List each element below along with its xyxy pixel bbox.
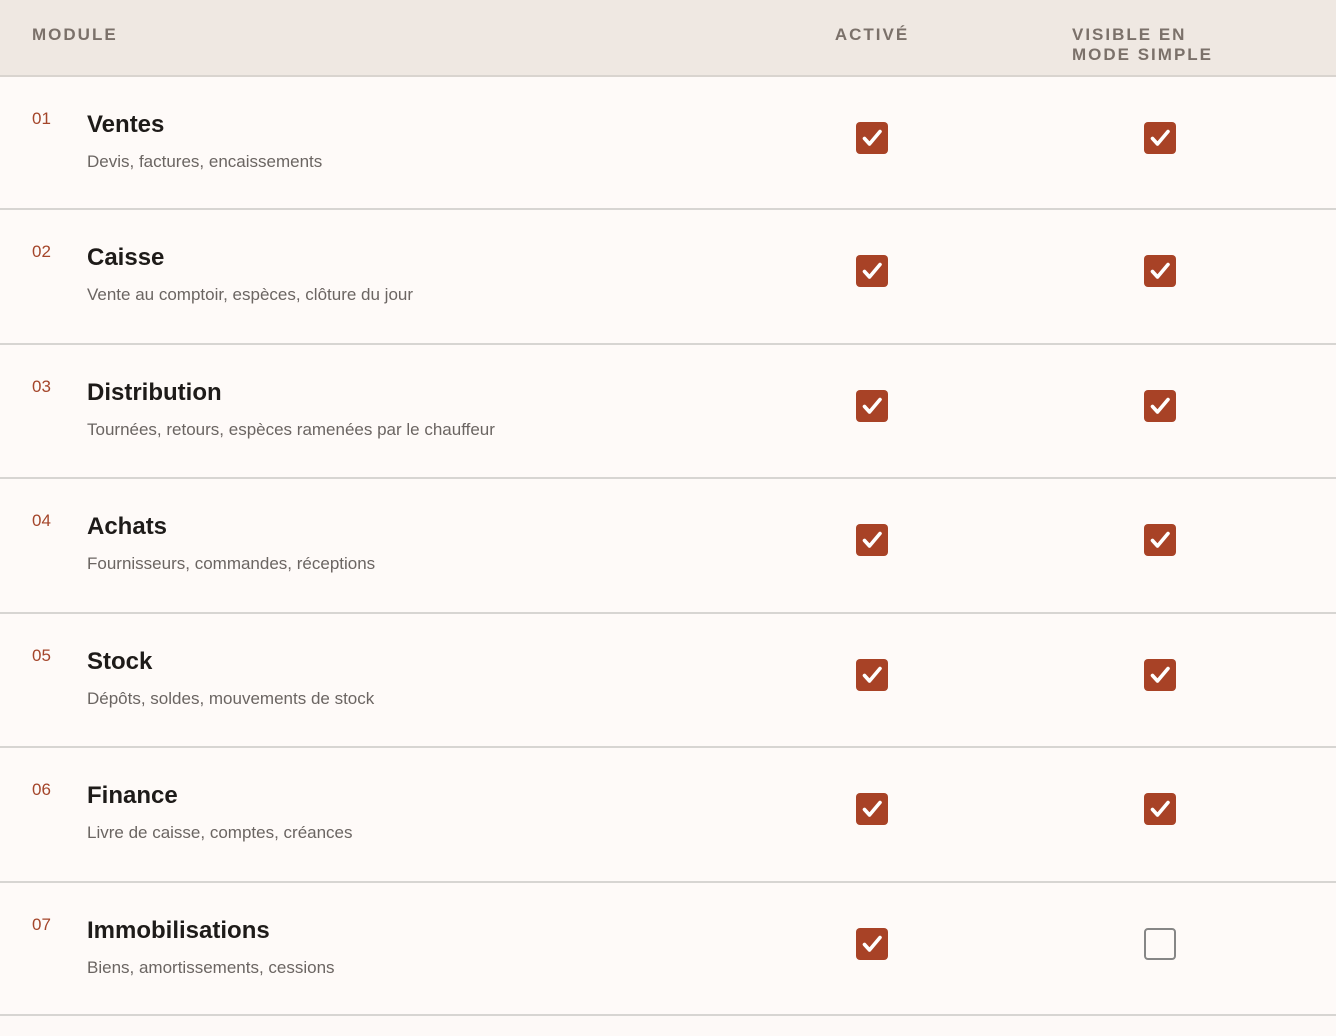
module-description: Vente au comptoir, espèces, clôture du j… [87,285,414,304]
checkmark-icon [1144,524,1176,556]
module-description: Devis, factures, encaissements [87,152,323,171]
module-description: Livre de caisse, comptes, créances [87,823,353,842]
checkmark-icon [856,659,888,691]
active-checkbox[interactable] [856,255,888,287]
table-row: 04 Achats Fournisseurs, commandes, récepti… [0,479,1336,614]
table-row: 03 Distribution Tournées, retours, espèces… [0,345,1336,479]
module-title: Caisse [87,244,165,271]
checkmark-icon [1144,793,1176,825]
header-module: MODULE [32,25,118,44]
visible-simple-mode-checkbox[interactable] [1144,659,1176,691]
checkmark-icon [856,390,888,422]
table-row: 02 Caisse Vente au comptoir, espèces, clôt… [0,210,1336,345]
active-checkbox[interactable] [856,793,888,825]
header-active: ACTIVÉ [834,25,910,44]
visible-simple-mode-checkbox[interactable] [1144,255,1176,287]
table-row: 01 Ventes Devis, factures, encaissements [0,77,1336,210]
table-row: 07 Immobilisations Biens, amortissements, … [0,883,1336,1016]
module-description: Biens, amortissements, cessions [87,958,335,977]
module-title: Finance [87,782,178,809]
module-title: Ventes [87,111,165,138]
visible-simple-mode-checkbox[interactable] [1144,122,1176,154]
checkmark-icon [1144,390,1176,422]
module-number: 03 [32,377,51,396]
checkmark-icon [856,793,888,825]
active-checkbox[interactable] [856,122,888,154]
checkmark-icon [1144,659,1176,691]
visible-simple-mode-checkbox[interactable] [1144,524,1176,556]
checkmark-icon [856,928,888,960]
visible-simple-mode-checkbox[interactable] [1144,793,1176,825]
active-checkbox[interactable] [856,390,888,422]
active-checkbox[interactable] [856,659,888,691]
header-visible-simple-mode: VISIBLE EN MODE SIMPLE [1072,25,1214,64]
checkmark-icon [856,122,888,154]
active-checkbox[interactable] [856,524,888,556]
module-title: Distribution [87,379,222,406]
table-row: 05 Stock Dépôts, soldes, mouvements de sto… [0,614,1336,748]
checkmark-icon [856,524,888,556]
module-number: 05 [32,646,51,665]
active-checkbox[interactable] [856,928,888,960]
module-description: Dépôts, soldes, mouvements de stock [87,689,375,708]
visible-simple-mode-checkbox[interactable] [1144,390,1176,422]
module-description: Fournisseurs, commandes, réceptions [87,554,376,573]
checkmark-icon [856,255,888,287]
module-title: Stock [87,648,153,675]
module-number: 06 [32,780,51,799]
table-row: 06 Finance Livre de caisse, comptes, créan… [0,748,1336,883]
table-header: MODULE ACTIVÉ VISIBLE EN MODE SIMPLE [0,0,1336,77]
module-number: 04 [32,511,51,530]
visible-simple-mode-checkbox[interactable] [1144,928,1176,960]
module-description: Tournées, retours, espèces ramenées par … [87,420,495,439]
table-body: 01 Ventes Devis, factures, encaissements 02… [0,77,1336,1016]
checkmark-icon [1144,255,1176,287]
module-title: Immobilisations [87,917,270,944]
module-number: 07 [32,915,51,934]
module-title: Achats [87,513,168,540]
module-number: 02 [32,242,51,261]
checkmark-icon [1144,122,1176,154]
module-number: 01 [32,109,51,128]
modules-table: MODULE ACTIVÉ VISIBLE EN MODE SIMPLE 01 V… [0,0,1336,1016]
